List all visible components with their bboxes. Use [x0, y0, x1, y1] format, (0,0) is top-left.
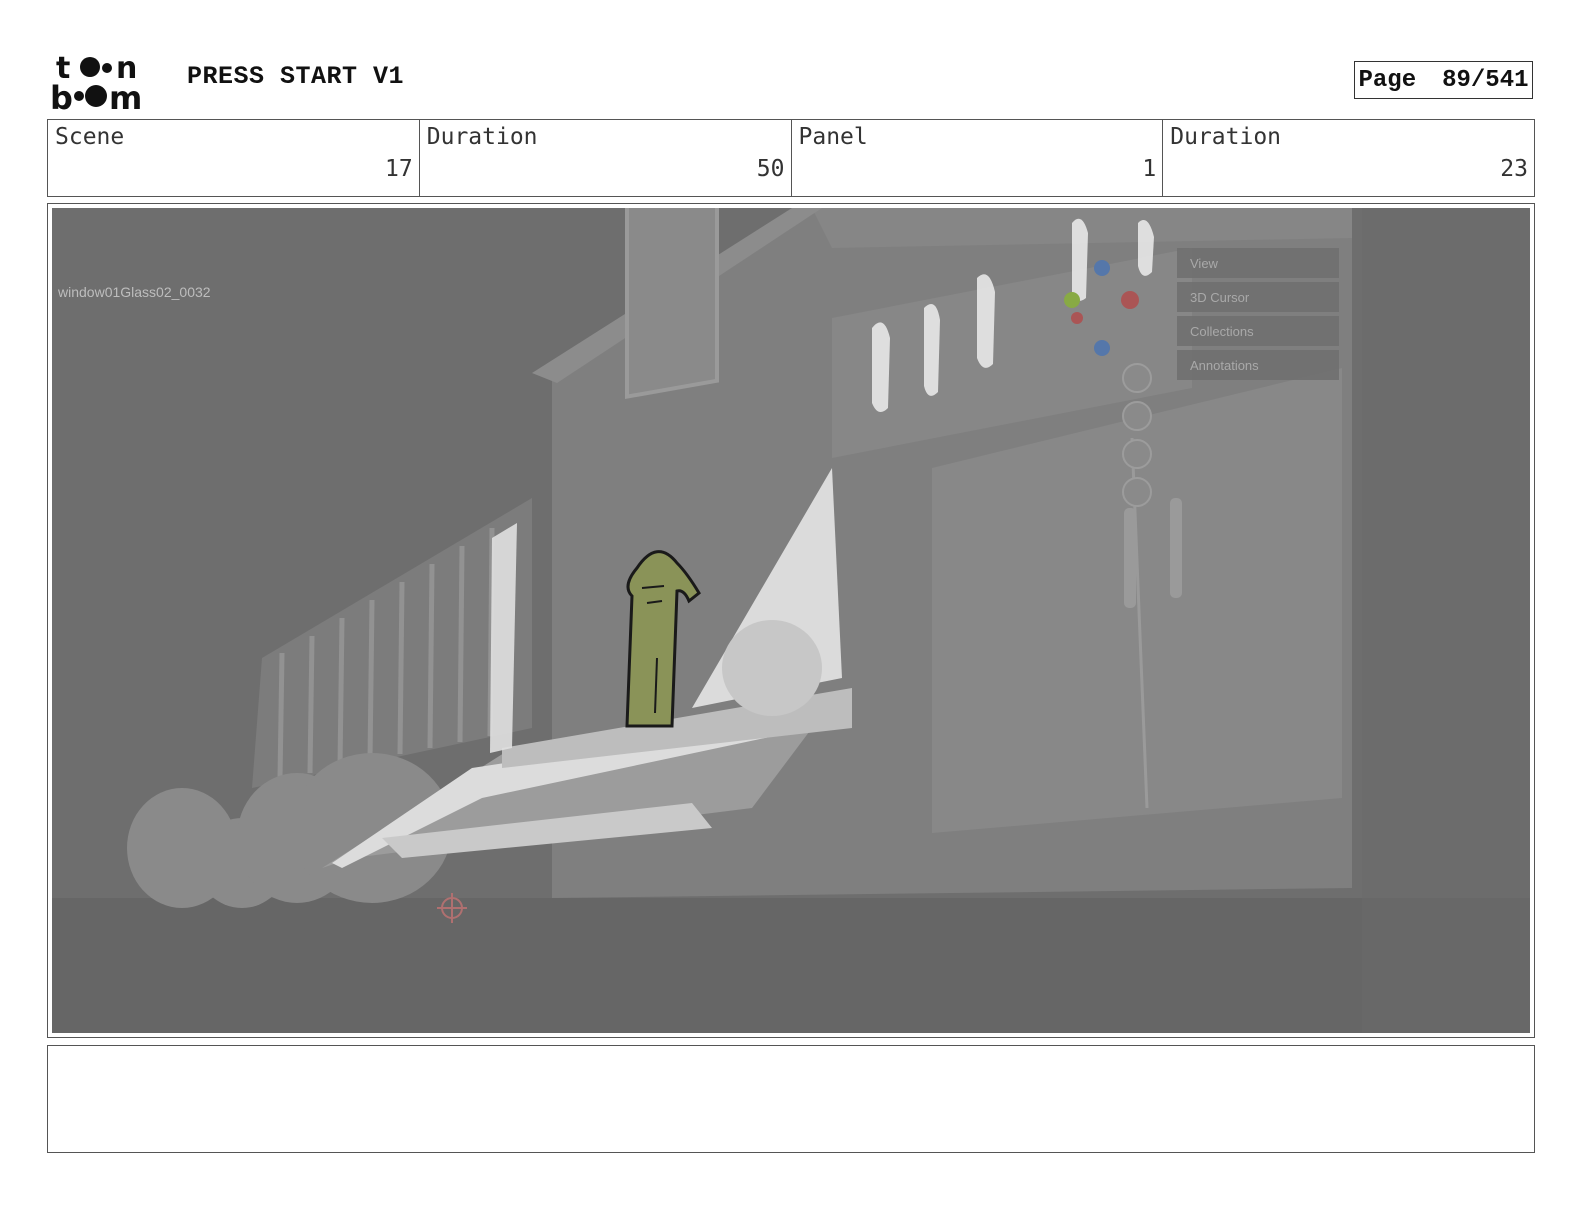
svg-text:m: m — [109, 79, 142, 112]
panel-cell: Panel 1 — [792, 120, 1164, 196]
scene-duration-label: Duration — [426, 124, 538, 150]
zoom-icon[interactable] — [1122, 363, 1152, 393]
panel-info-table: Scene 17 Duration 50 Panel 1 Duration 23 — [47, 119, 1535, 197]
page-number: 89/541 — [1442, 66, 1529, 94]
toon-boom-logo: t n b m — [50, 51, 142, 112]
menu-item-annotations[interactable]: Annotations — [1190, 358, 1259, 373]
menu-item-collections[interactable]: Collections — [1190, 324, 1254, 339]
scene-duration-value: 50 — [756, 156, 785, 182]
storyboard-panel-image: View 3D Cursor Collections Annotations w… — [52, 208, 1530, 1033]
project-title: PRESS START V1 — [187, 62, 405, 91]
hand-pan-icon[interactable] — [1122, 401, 1152, 431]
scene-cell: Scene 17 — [48, 120, 420, 196]
storyboard-panel-frame: View 3D Cursor Collections Annotations w… — [47, 203, 1535, 1038]
svg-text:b: b — [50, 79, 73, 112]
scene-duration-cell: Duration 50 — [420, 120, 792, 196]
scene-illustration: View 3D Cursor Collections Annotations — [52, 208, 1530, 1033]
panel-duration-cell: Duration 23 — [1163, 120, 1534, 196]
scene-value: 17 — [385, 156, 413, 182]
menu-item-view[interactable]: View — [1190, 256, 1219, 271]
grid-icon[interactable] — [1122, 477, 1152, 507]
selected-object-label: window01Glass02_0032 — [58, 284, 211, 300]
page-label: Page — [1358, 66, 1417, 94]
panel-duration-value: 23 — [1500, 156, 1528, 182]
panel-duration-label: Duration — [1170, 124, 1282, 150]
camera-icon[interactable] — [1122, 439, 1152, 469]
scene-label: Scene — [55, 124, 125, 150]
page-indicator: Page 89/541 — [1354, 61, 1533, 99]
panel-label: Panel — [798, 124, 868, 150]
panel-value: 1 — [1142, 156, 1157, 182]
panel-notes-box[interactable] — [47, 1045, 1535, 1153]
menu-item-3d-cursor[interactable]: 3D Cursor — [1190, 290, 1250, 305]
